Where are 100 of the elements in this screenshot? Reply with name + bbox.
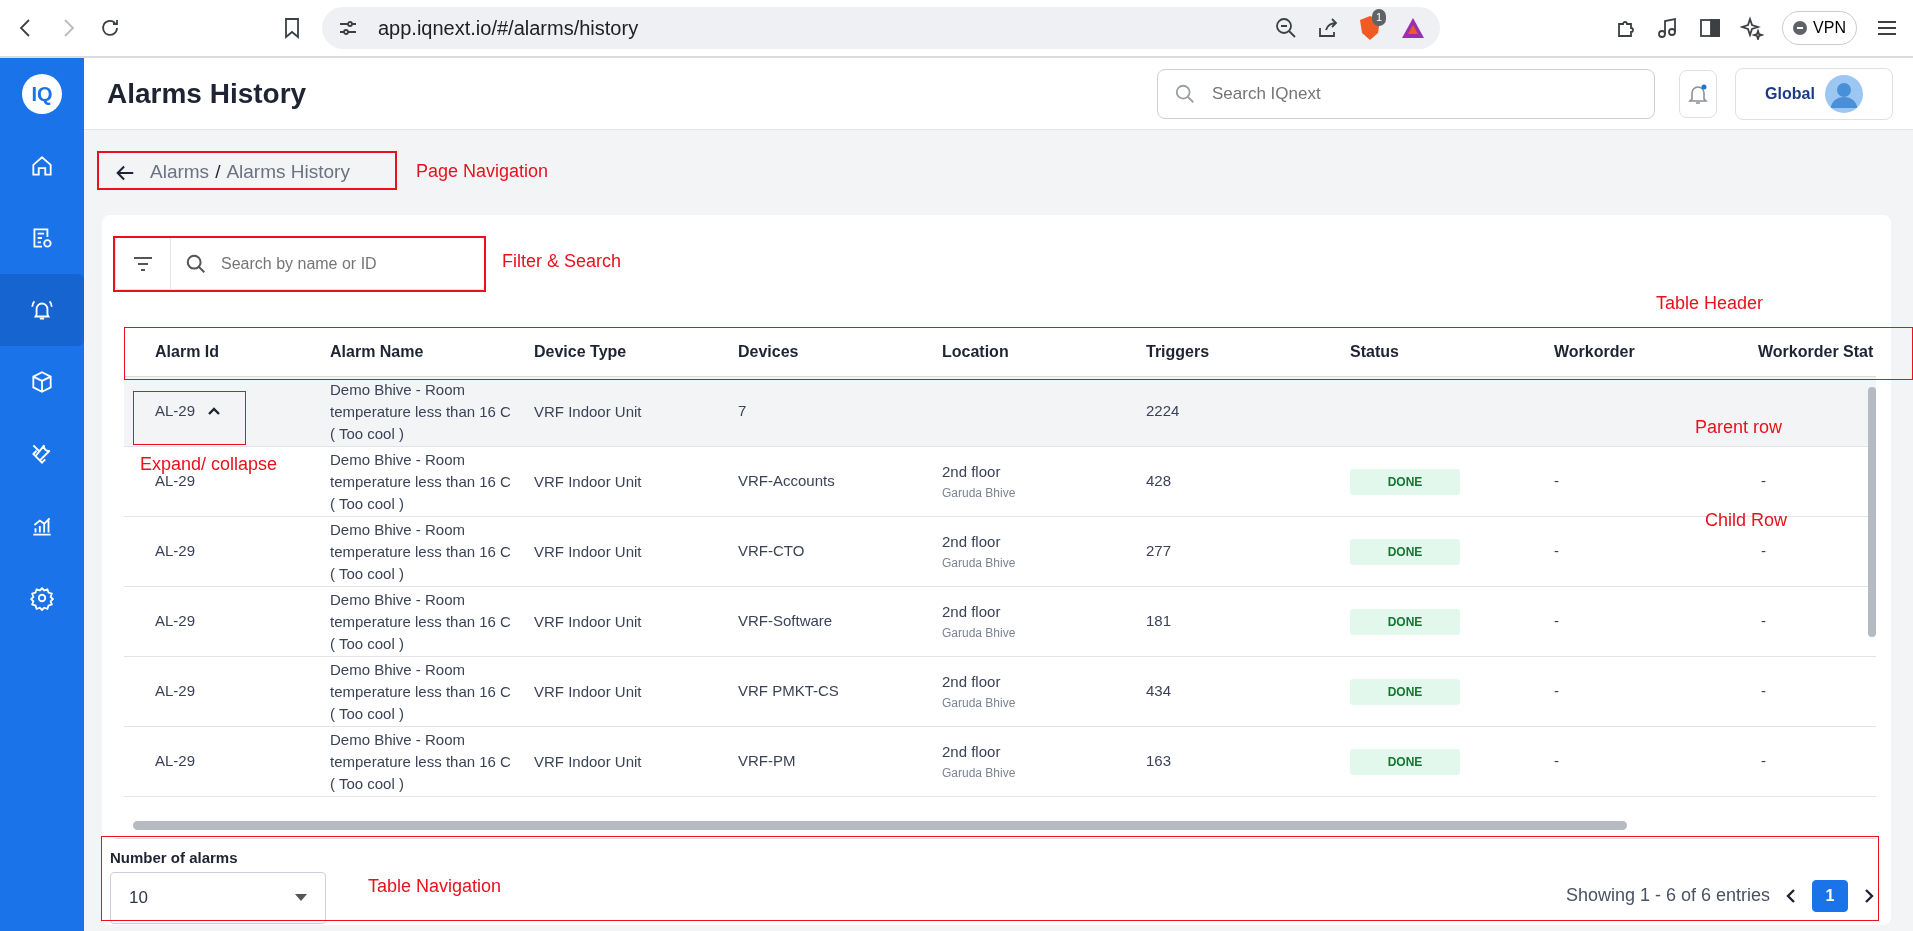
status-badge: DONE [1350,748,1460,775]
table-cell-text: 7 [738,401,748,422]
sparkle-icon[interactable] [1740,16,1765,40]
building-text: Garuda Bhive [942,484,1017,502]
table-cell-text: 2nd floor [942,462,1002,483]
building-text: Garuda Bhive [942,694,1017,712]
table-cell: AL-29 [155,612,196,630]
table-cell-text: - [1554,611,1560,632]
status-badge: DONE [1350,678,1460,705]
table-cell-text: - [1760,751,1767,772]
page-title: Alarms History [107,76,307,111]
table-cell-text: VRF Indoor Unit [534,611,643,632]
table-cell-text: Demo Bhive - Room temperature less than 16 C ( Too cool ) [330,519,512,584]
annotation-label: Table Header [1656,292,1764,315]
annotation-label: Parent row [1695,416,1783,439]
table-cell-text: 163 [1146,751,1173,772]
table-cell-text: VRF-PM [738,751,797,772]
table-cell-text: VRF Indoor Unit [534,751,643,772]
column-header[interactable]: Device Type [534,339,738,364]
vertical-scrollbar[interactable] [1868,387,1876,637]
page-button[interactable]: 1 [1812,879,1848,912]
table-cell-text: - [1760,681,1767,702]
building-text: Garuda Bhive [942,554,1017,572]
table-cell-text: Demo Bhive - Room temperature less than 16 C ( Too cool ) [330,449,512,514]
global-search-field[interactable]: Search IQnext [1157,68,1655,119]
table-cell-text: 2nd floor [942,602,1002,623]
nav-item[interactable] [0,274,84,346]
page-size-label: Number of alarms [110,848,239,868]
minus-circle-icon [1793,21,1808,35]
table-cell-text: 2nd floor [942,672,1002,693]
settings-icon [29,585,55,611]
table-cell-text: VRF Indoor Unit [534,471,643,492]
cube-icon [29,369,55,395]
table-cell-text: 2nd floor [942,532,1002,553]
status-badge: DONE [1350,468,1460,495]
building-text: Garuda Bhive [942,764,1017,782]
table-cell-text: 181 [1146,611,1173,632]
company-logo: Global [1765,83,1815,104]
table-cell-text: Demo Bhive - Room temperature less than 16 C ( Too cool ) [330,659,512,724]
table-cell-text: Demo Bhive - Room temperature less than 16 C ( Too cool ) [330,729,512,794]
notification-button[interactable] [1679,69,1717,118]
triangle-icon[interactable] [1400,16,1426,40]
table-cell-text: VRF Indoor Unit [534,681,643,702]
column-header[interactable]: Devices [738,339,942,364]
table-cell-text: - [1760,471,1767,492]
status-badge: DONE [1350,608,1460,635]
bell-icon [1688,82,1708,105]
breadcrumb-link[interactable]: Alarms History [226,158,350,187]
column-header[interactable]: Workorder Stat [1758,339,1876,364]
table-cell-text: 2224 [1146,401,1181,422]
filter-icon[interactable] [115,237,170,290]
annotation-label: Expand/ collapse [140,453,278,476]
table-cell: AL-29 [155,542,196,560]
previous-page-icon[interactable] [1784,887,1798,904]
table-cell: AL-29 [155,752,196,770]
table-cell-text: VRF-CTO [738,541,806,562]
app-logo[interactable]: IQ [22,74,62,114]
collapse-chevron-icon[interactable] [207,406,222,417]
url-text: app.iqnext.io/#/alarms/history [378,16,640,41]
table-cell-text: 2nd floor [942,742,1002,763]
next-page-icon[interactable] [1862,887,1876,904]
table-cell-text: - [1554,751,1560,772]
table-cell-text: 434 [1146,681,1173,702]
column-header[interactable]: Alarm Name [330,339,534,364]
search-icon [1174,82,1196,105]
share-icon[interactable] [1316,16,1340,40]
table-cell-text: VRF PMKT-CS [738,681,840,702]
status-badge: DONE [1350,538,1460,565]
column-header[interactable]: Triggers [1146,339,1350,364]
breadcrumb-link[interactable]: Alarms [150,158,210,187]
horizontal-scrollbar[interactable] [133,821,1627,830]
table-cell-text: - [1554,541,1560,562]
vpn-button[interactable]: VPN [1782,11,1857,45]
search-icon [185,252,207,275]
table-cell-text: VRF-Software [738,611,834,632]
table-cell-text: 428 [1146,471,1173,492]
table-cell-text: VRF-Accounts [738,471,836,492]
column-header[interactable]: Alarm Id [124,339,330,364]
table-cell-text: Demo Bhive - Room temperature less than 16 C ( Too cool ) [330,589,512,654]
entries-summary: Showing 1 - 6 of 6 entries [1565,884,1770,907]
breadcrumb-separator: / [215,160,221,185]
table-cell: AL-29 [155,682,196,700]
table-cell-text: 277 [1146,541,1173,562]
table-cell-text: - [1554,471,1560,492]
global-search-field[interactable]: Search IQnext [1210,79,1638,108]
sidebar-icon[interactable] [1698,16,1723,40]
table-cell-text: - [1554,681,1560,702]
table-cell-text: - [1760,611,1767,632]
column-header[interactable]: Location [942,339,1146,364]
column-header[interactable]: Workorder [1554,339,1758,364]
table-cell: AL-29 [155,402,196,420]
building-text: Garuda Bhive [942,624,1017,642]
page-size-select[interactable]: 10 [110,871,326,924]
address-bar[interactable]: app.iqnext.io/#/alarms/history 1 [322,7,1440,49]
annotation-label: Table Navigation [368,875,502,898]
table-cell-text: VRF Indoor Unit [534,541,643,562]
annotation-label: Page Navigation [416,160,549,183]
profile-button[interactable]: Global [1735,67,1893,120]
zoom-out-icon[interactable] [1274,16,1298,40]
column-header[interactable]: Status [1350,339,1554,364]
